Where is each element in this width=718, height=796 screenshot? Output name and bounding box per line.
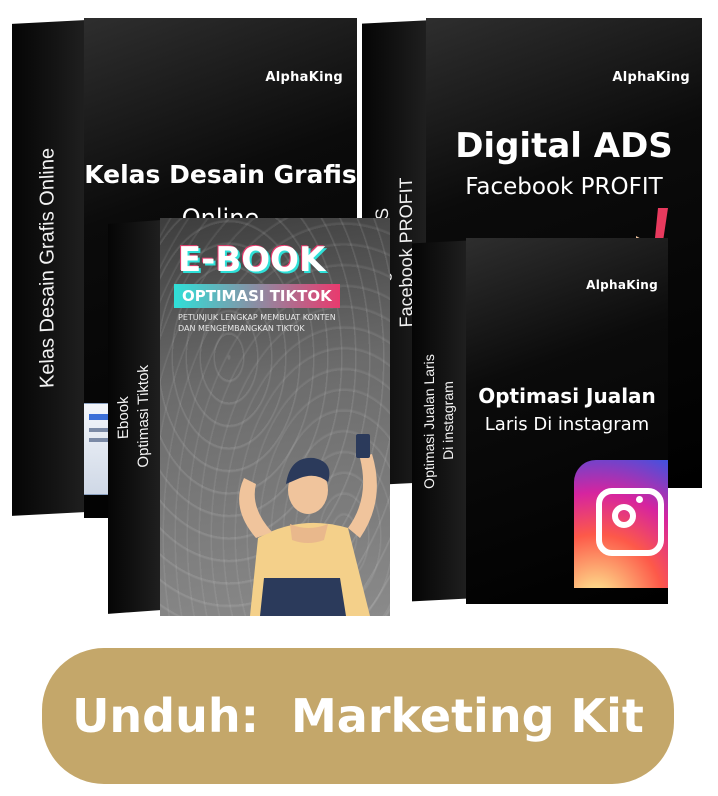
ebook-ribbon: OPTIMASI TIKTOK (174, 284, 340, 308)
spine-line1: Ebook (115, 395, 132, 440)
spine-line2: Di instagram (440, 380, 456, 461)
brand-logo: AlphaKing (612, 70, 690, 85)
spine-label: Optimasi Jualan Laris Di instagram (420, 353, 458, 490)
product-subtitle: Laris Di instagram (484, 414, 650, 435)
spine-line1: Optimasi Jualan Laris (421, 353, 437, 490)
spine-label: Ebook Optimasi Tiktok (114, 364, 154, 469)
download-marketing-kit-button[interactable]: Unduh: Marketing Kit (42, 648, 674, 784)
product-title: Digital ADS (455, 126, 673, 166)
ebook-cover: E-BOOK OPTIMASI TIKTOK PETUNJUK LENGKAP … (160, 218, 390, 616)
brand-logo: AlphaKing (586, 278, 658, 292)
instagram-icon (574, 460, 668, 588)
product-box-instagram: Optimasi Jualan Laris Di instagram Alpha… (412, 238, 668, 604)
product-title: Optimasi Jualan (478, 384, 656, 408)
box-spine: Optimasi Jualan Laris Di instagram (412, 240, 466, 602)
ebook-tagline-line2: DAN MENGEMBANGKAN TIKTOK (178, 324, 305, 333)
spine-line2: Optimasi Tiktok (135, 364, 152, 469)
brand-logo: AlphaKing (265, 70, 343, 85)
box-spine: Kelas Desain Grafis Online (12, 20, 84, 516)
ebook-title: E-BOOK (178, 240, 326, 280)
box-spine: Ebook Optimasi Tiktok (108, 220, 160, 614)
product-subtitle: Facebook PROFIT (465, 174, 663, 200)
person-selfie-illustration-icon (239, 434, 377, 616)
spine-label: Kelas Desain Grafis Online (36, 147, 59, 389)
product-title: Kelas Desain Grafis (84, 160, 357, 189)
ebook-tagline-line1: PETUNJUK LENGKAP MEMBUAT KONTEN (178, 313, 336, 322)
box-front: AlphaKing Optimasi Jualan Laris Di insta… (466, 238, 668, 604)
product-box-ebook-tiktok: Ebook Optimasi Tiktok E-BOOK OPTIMASI TI… (108, 218, 390, 616)
